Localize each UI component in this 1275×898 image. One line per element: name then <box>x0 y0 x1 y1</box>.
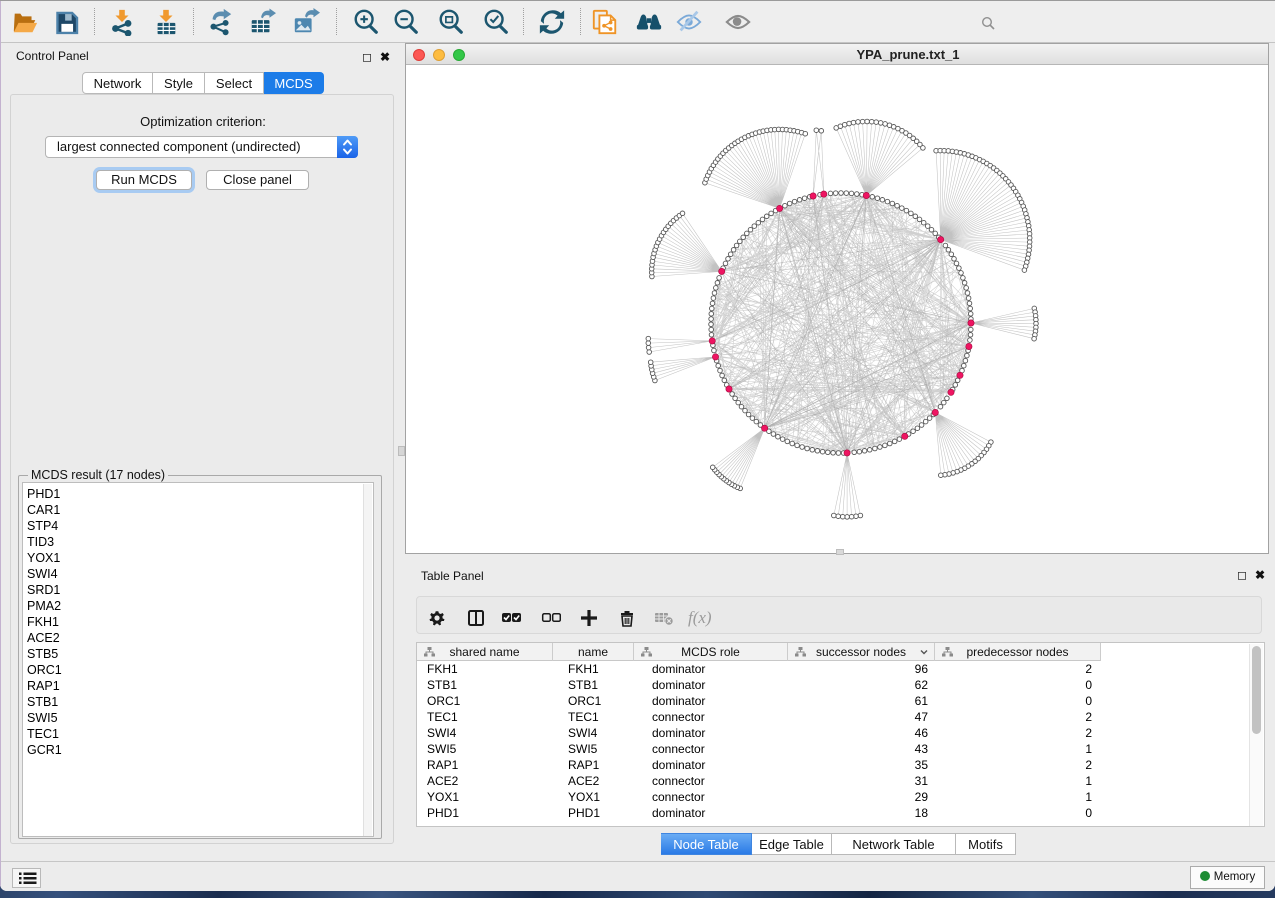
svg-text:f(x): f(x) <box>688 608 712 627</box>
